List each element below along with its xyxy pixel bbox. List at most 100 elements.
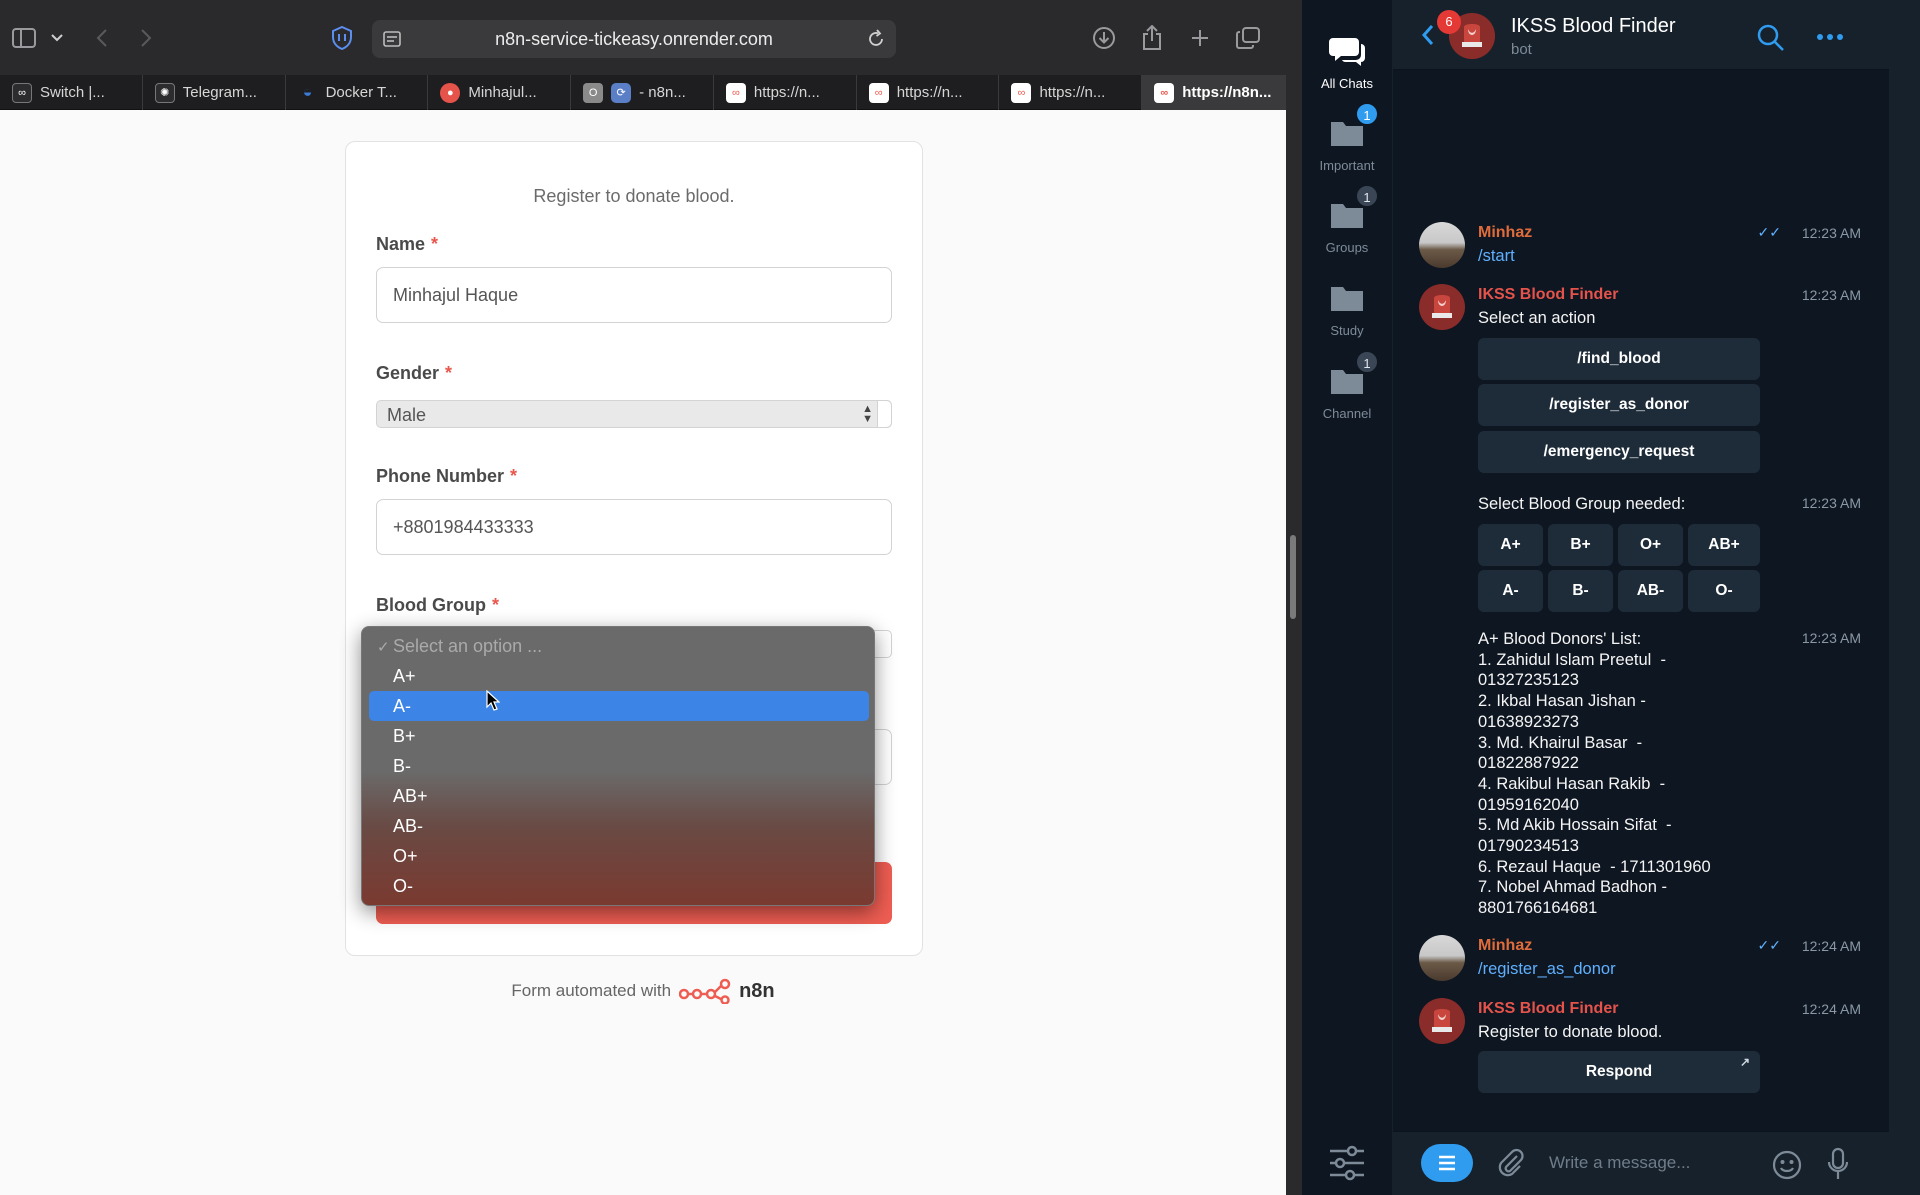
download-icon[interactable] (1092, 20, 1116, 56)
name-field[interactable]: Minhajul Haque (376, 267, 892, 323)
message-text: Select Blood Group needed: (1478, 495, 1686, 513)
n8n-logo-icon (679, 978, 731, 1004)
blood-ab-neg-button[interactable]: AB- (1618, 570, 1683, 612)
telegram-window: All Chats 1 Important 1 Groups Study 1 C… (1302, 0, 1920, 1195)
user-avatar[interactable] (1419, 935, 1465, 981)
tab-label: https://n8n... (1182, 84, 1272, 101)
new-tab-icon[interactable] (1189, 20, 1211, 56)
tab-switch[interactable]: ∞ Switch |... (0, 75, 143, 110)
phone-field[interactable]: +8801984433333 (376, 499, 892, 555)
footer-text: Form automated with (511, 981, 672, 1000)
folder-groups[interactable]: 1 Groups (1302, 184, 1392, 255)
option-o-neg[interactable]: O- (369, 871, 869, 901)
option-o-pos[interactable]: O+ (369, 841, 869, 871)
option-ab-pos[interactable]: AB+ (369, 781, 869, 811)
attach-icon[interactable] (1497, 1148, 1525, 1178)
message-text[interactable]: /register_as_donor (1478, 959, 1616, 980)
openai-icon: ✺ (154, 82, 175, 103)
share-icon[interactable] (1141, 20, 1163, 56)
menu-icon (1439, 1155, 1455, 1171)
mouse-cursor-icon (486, 690, 500, 711)
tab-minhajul[interactable]: ● Minhajul... (428, 75, 572, 110)
option-b-neg[interactable]: B- (369, 751, 869, 781)
message-text: Select an action (1478, 309, 1596, 327)
chats-icon (1327, 30, 1367, 70)
folder-all-chats[interactable]: All Chats (1302, 30, 1392, 91)
message-composer: Write a message... (1393, 1131, 1889, 1195)
option-ab-neg[interactable]: AB- (369, 811, 869, 841)
tab-https-3[interactable]: ∞ https://n... (999, 75, 1143, 110)
emergency-request-button[interactable]: /emergency_request (1478, 431, 1760, 473)
blood-a-pos-button[interactable]: A+ (1478, 524, 1543, 566)
message-input[interactable]: Write a message... (1549, 1153, 1690, 1173)
blood-ab-pos-button[interactable]: AB+ (1688, 524, 1760, 566)
folder-channel[interactable]: 1 Channel (1302, 350, 1392, 421)
address-bar[interactable]: n8n-service-tickeasy.onrender.com (372, 20, 896, 58)
chevron-down-icon[interactable] (48, 20, 66, 56)
sender-name[interactable]: Minhaz (1478, 937, 1532, 955)
external-link-icon: ↗ (1739, 1055, 1750, 1069)
bot-avatar[interactable] (1419, 998, 1465, 1044)
tab-label: Docker T... (325, 84, 397, 101)
shield-icon[interactable] (330, 20, 354, 56)
dropdown-placeholder-option[interactable]: ✓ Select an option ... (369, 631, 869, 661)
n8n-icon: ∞ (868, 82, 889, 103)
sidebar-toggle-icon[interactable] (10, 20, 38, 56)
scrollbar-thumb[interactable] (1290, 535, 1296, 619)
blood-b-pos-button[interactable]: B+ (1548, 524, 1613, 566)
chat-header: 6 IKSS Blood Finder bot (1393, 0, 1889, 70)
folder-icon: 1 (1327, 102, 1379, 152)
blood-o-neg-button[interactable]: O- (1688, 570, 1760, 612)
blood-group-dropdown: ✓ Select an option ... A+ A- B+ B- AB+ A… (361, 626, 875, 906)
tab-https-1[interactable]: ∞ https://n... (714, 75, 857, 110)
folder-study[interactable]: Study (1302, 277, 1392, 338)
message-time: 12:24 AM (1801, 938, 1861, 954)
respond-button[interactable]: Respond ↗ (1478, 1051, 1760, 1093)
back-icon[interactable] (92, 20, 112, 56)
message-text[interactable]: /start (1478, 246, 1515, 267)
more-icon[interactable] (1817, 34, 1843, 40)
chat-scrollbar[interactable] (1889, 0, 1920, 1195)
option-a-neg[interactable]: A- (369, 691, 869, 721)
tab-label: Minhajul... (468, 84, 537, 101)
sender-name[interactable]: IKSS Blood Finder (1478, 286, 1618, 304)
option-b-pos[interactable]: B+ (369, 721, 869, 751)
tab-https-active[interactable]: ∞ https://n8n... (1142, 75, 1287, 110)
folder-label: Groups (1325, 240, 1369, 255)
unread-badge: 6 (1437, 10, 1461, 34)
tab-n8n[interactable]: O ⟳ - n8n... (571, 75, 714, 110)
folder-important[interactable]: 1 Important (1302, 102, 1392, 173)
option-a-pos[interactable]: A+ (369, 661, 869, 691)
tab-telegram[interactable]: ✺ Telegram... (143, 75, 286, 110)
gender-select[interactable]: Male ▲ ▼ (376, 400, 892, 428)
back-arrow-icon[interactable] (1421, 24, 1435, 46)
user-avatar[interactable] (1419, 222, 1465, 268)
bot-menu-button[interactable] (1421, 1144, 1473, 1182)
tab-docker[interactable]: ◒ Docker T... (286, 75, 429, 110)
label-text: Phone Number (376, 466, 505, 486)
checkmark-icon: ✓ (377, 639, 390, 656)
bot-avatar[interactable] (1419, 284, 1465, 330)
search-icon[interactable] (1757, 24, 1785, 52)
gender-value: Male (387, 405, 427, 425)
tab-overview-icon[interactable] (1236, 20, 1260, 56)
filters-settings-icon[interactable] (1328, 1145, 1366, 1181)
sender-name[interactable]: Minhaz (1478, 224, 1532, 242)
sender-name[interactable]: IKSS Blood Finder (1478, 1000, 1618, 1018)
folder-icon: 1 (1327, 184, 1379, 234)
emoji-icon[interactable] (1771, 1149, 1803, 1181)
reload-icon[interactable] (866, 29, 886, 54)
microphone-icon[interactable] (1827, 1147, 1849, 1181)
tab-https-2[interactable]: ∞ https://n... (857, 75, 1000, 110)
form-footer: Form automated with n8n (0, 978, 1286, 1004)
find-blood-button[interactable]: /find_blood (1478, 338, 1760, 380)
blood-o-pos-button[interactable]: O+ (1618, 524, 1683, 566)
blood-a-neg-button[interactable]: A- (1478, 570, 1543, 612)
placeholder-text: Select an option ... (393, 635, 543, 656)
forward-icon[interactable] (136, 20, 156, 56)
register-as-donor-button[interactable]: /register_as_donor (1478, 384, 1760, 426)
blood-b-neg-button[interactable]: B- (1548, 570, 1613, 612)
folder-rail: All Chats 1 Important 1 Groups Study 1 C… (1302, 0, 1392, 1195)
chat-title[interactable]: IKSS Blood Finder (1511, 15, 1676, 38)
tab-label: https://n... (1039, 84, 1106, 101)
